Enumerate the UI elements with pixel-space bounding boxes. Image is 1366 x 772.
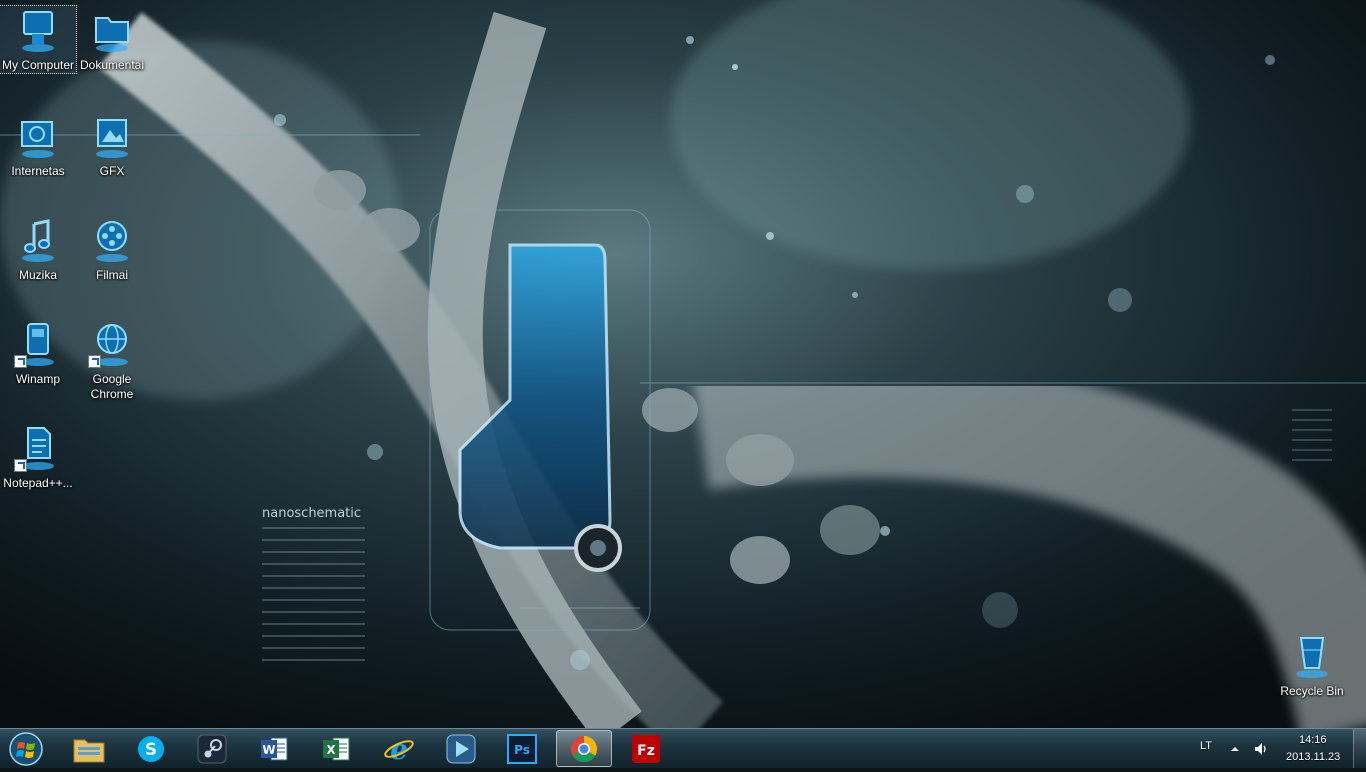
desktop-icon-gfx[interactable]: GFX [74, 112, 150, 179]
desktop-icon-winamp[interactable]: Winamp [0, 320, 76, 387]
wallpaper-title: nanoschematic [262, 506, 361, 521]
desktop-icon-label: Dokumentai [79, 58, 145, 72]
svg-text:X: X [326, 743, 336, 757]
network-folder-icon [21, 121, 54, 158]
desktop-icon-label: Winamp [15, 372, 60, 386]
taskbar-media-player[interactable] [433, 730, 489, 767]
desktop-icon-filmai[interactable]: Filmai [74, 216, 150, 283]
clock-time[interactable]: 14:16 [1299, 734, 1327, 746]
desktop-icon-internetas[interactable]: Internetas [0, 112, 76, 179]
desktop-icon-label: My Computer [1, 58, 75, 72]
shortcut-arrow-icon [14, 459, 27, 472]
svg-text:W: W [262, 743, 275, 757]
taskbar-skype[interactable]: S [123, 730, 179, 767]
show-desktop-button[interactable] [1353, 729, 1366, 768]
start-button[interactable] [4, 731, 48, 767]
clock-date[interactable]: 2013.11.23 [1286, 751, 1340, 763]
svg-text:S: S [145, 740, 157, 760]
taskbar-word[interactable]: W [246, 730, 302, 767]
taskbar-internet-explorer[interactable]: e [371, 730, 427, 767]
desktop-icon-label: GFX [99, 164, 125, 178]
taskbar-filezilla[interactable]: Fz [618, 730, 674, 767]
shortcut-arrow-icon [88, 355, 101, 368]
svg-text:Ps: Ps [514, 743, 530, 757]
svg-text:e: e [390, 734, 408, 764]
photoshop-icon: Ps [507, 733, 537, 764]
folder-icon [95, 17, 129, 52]
desktop-icon-notepad-plus-plus[interactable]: Notepad++... [0, 424, 76, 491]
desktop-icon-label: Internetas [11, 164, 65, 178]
windows-explorer-icon [73, 739, 105, 762]
desktop-icon-dokumentai[interactable]: Dokumentai [74, 6, 150, 73]
desktop-icon-muzika[interactable]: Muzika [0, 216, 76, 283]
music-folder-icon [22, 219, 54, 262]
internet-explorer-icon: e [384, 734, 414, 764]
excel-icon: X [323, 737, 350, 760]
desktop-icon-label: Recycle Bin [1280, 684, 1344, 698]
film-reel-icon [96, 221, 128, 262]
taskbar-steam[interactable] [184, 730, 240, 767]
show-hidden-icons-icon[interactable] [1229, 743, 1241, 755]
skype-icon: S [138, 735, 164, 762]
desktop-icon-label: Notepad++... [3, 476, 73, 490]
desktop-wallpaper: nanoschematic [0, 0, 1366, 728]
taskbar-photoshop[interactable]: Ps [494, 730, 550, 767]
volume-icon[interactable] [1253, 741, 1269, 757]
taskbar-excel[interactable]: X [308, 730, 364, 767]
shortcut-arrow-icon [14, 355, 27, 368]
svg-text:Fz: Fz [637, 743, 655, 759]
desktop-icon-label: Muzika [18, 268, 57, 282]
taskbar-chrome[interactable] [556, 730, 612, 767]
steam-icon [197, 734, 227, 763]
desktop-icon-google-chrome[interactable]: Google Chrome [74, 320, 150, 402]
filezilla-icon: Fz [632, 734, 660, 763]
graphics-folder-icon [96, 119, 128, 158]
media-player-icon [446, 734, 476, 763]
desktop-icon-label: Google Chrome [90, 372, 134, 401]
desktop-icon-recycle-bin[interactable]: Recycle Bin [1274, 632, 1350, 699]
computer-icon [22, 11, 54, 52]
language-indicator[interactable]: LT [1200, 740, 1212, 752]
desktop-icon-label: Filmai [96, 268, 128, 282]
desktop-icon-my-computer[interactable]: My Computer [0, 5, 77, 74]
word-icon: W [261, 737, 288, 760]
taskbar-explorer[interactable] [61, 730, 117, 767]
windows-orb-icon [9, 732, 43, 766]
recycle-bin-icon [1296, 637, 1328, 678]
chrome-icon [571, 735, 598, 762]
taskbar: S W X e Ps Fz LT 14:16 2013.11.23 [0, 728, 1366, 768]
